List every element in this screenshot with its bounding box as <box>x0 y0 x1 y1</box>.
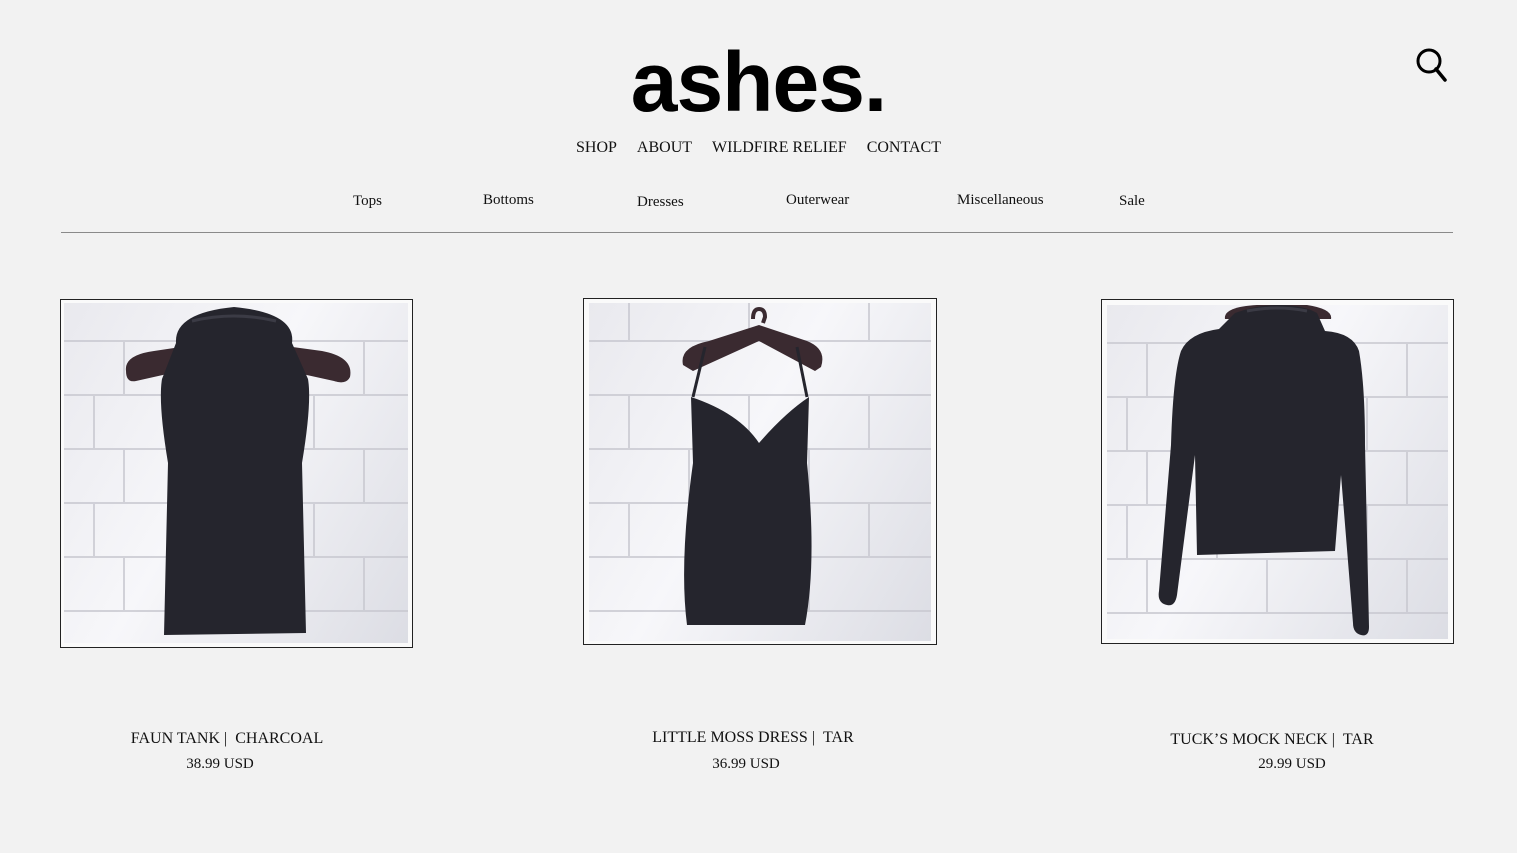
product-image-frame-little-moss-dress[interactable] <box>583 298 937 645</box>
product-price-faun-tank: 38.99 USD <box>186 756 254 772</box>
product-photo-tucks-mock-neck <box>1107 305 1448 639</box>
brand-logo[interactable]: ashes. <box>0 34 1517 130</box>
category-outerwear[interactable]: Outerwear <box>786 190 849 210</box>
product-title-little-moss-dress[interactable]: LITTLE MOSS DRESS | TAR <box>646 728 860 748</box>
product-image-frame-tucks-mock-neck[interactable] <box>1101 299 1454 644</box>
main-nav: SHOP ABOUT WILDFIRE RELIEF CONTACT <box>0 137 1517 159</box>
category-bottoms[interactable]: Bottoms <box>483 190 534 210</box>
search-icon[interactable] <box>1414 46 1450 86</box>
header-divider <box>61 232 1453 233</box>
nav-about[interactable]: ABOUT <box>637 137 692 159</box>
category-miscellaneous[interactable]: Miscellaneous <box>957 190 1044 210</box>
product-photo-faun-tank <box>64 303 408 643</box>
nav-wildfire-relief[interactable]: WILDFIRE RELIEF <box>712 137 847 159</box>
product-title-tucks-mock-neck[interactable]: TUCK’S MOCK NECK | TAR <box>1162 730 1382 750</box>
product-price-tucks-mock-neck: 29.99 USD <box>1258 756 1326 772</box>
product-price-little-moss-dress: 36.99 USD <box>712 756 780 772</box>
category-dresses[interactable]: Dresses <box>637 192 684 212</box>
nav-contact[interactable]: CONTACT <box>867 137 941 159</box>
product-photo-little-moss-dress <box>589 303 931 641</box>
product-image-frame-faun-tank[interactable] <box>60 299 413 648</box>
category-tops[interactable]: Tops <box>353 191 382 211</box>
nav-shop[interactable]: SHOP <box>576 137 617 159</box>
product-title-faun-tank[interactable]: FAUN TANK | CHARCOAL <box>127 729 327 749</box>
category-sale[interactable]: Sale <box>1119 191 1145 211</box>
